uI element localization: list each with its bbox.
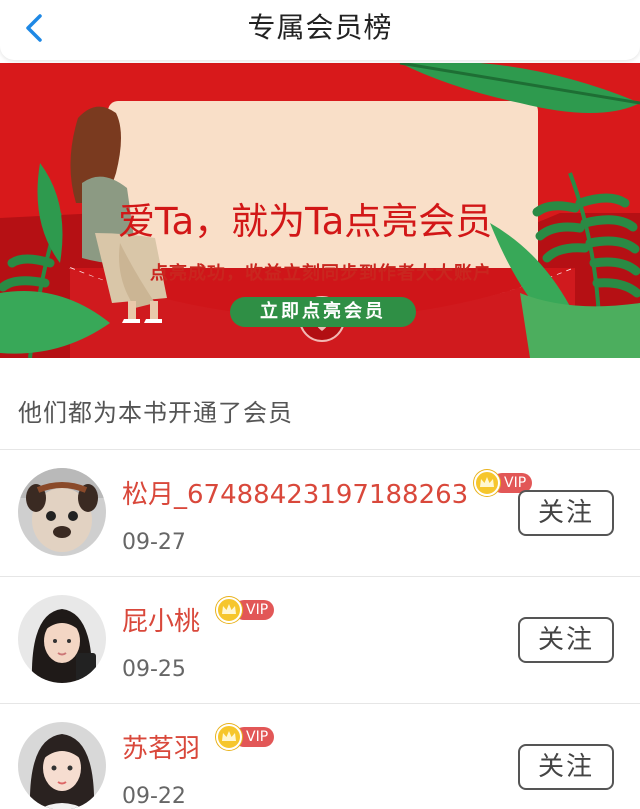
banner-subline: 点亮成功，收益立刻同步到作者大大账户 <box>150 263 492 284</box>
follow-button[interactable]: 关注 <box>518 617 614 663</box>
member-row[interactable]: 苏茗羽 VIP 09-22 关注 <box>0 704 640 809</box>
crown-icon <box>474 470 500 496</box>
section-title: 他们都为本书开通了会员 <box>18 399 293 427</box>
dog-avatar[interactable] <box>18 468 106 556</box>
crown-icon <box>216 724 242 750</box>
page-title: 专属会员榜 <box>247 11 393 44</box>
promo-banner[interactable]: 爱Ta，就为Ta点亮会员 点亮成功，收益立刻同步到作者大大账户 立即点亮会员 <box>0 63 640 358</box>
follow-button[interactable]: 关注 <box>518 744 614 790</box>
banner-headline: 爱Ta，就为Ta点亮会员 <box>118 200 493 243</box>
member-row[interactable]: 松月_67488423197188263 VIP 09-27 关注 <box>0 450 640 576</box>
member-name[interactable]: 苏茗羽 <box>122 728 200 765</box>
member-name[interactable]: 松月_67488423197188263 <box>122 474 468 511</box>
member-name[interactable]: 屁小桃 <box>122 601 200 638</box>
girl-avatar[interactable] <box>18 722 106 809</box>
crown-icon <box>216 597 242 623</box>
member-date: 09-25 <box>122 657 186 682</box>
member-row[interactable]: 屁小桃 VIP 09-25 关注 <box>0 577 640 703</box>
light-up-membership-button[interactable]: 立即点亮会员 <box>230 297 416 327</box>
top-navigation-bar: 专属会员榜 <box>0 0 640 60</box>
member-date: 09-22 <box>122 784 186 809</box>
follow-button[interactable]: 关注 <box>518 490 614 536</box>
member-date: 09-27 <box>122 530 186 555</box>
girl-avatar[interactable] <box>18 595 106 683</box>
dog-avatar-icon <box>18 468 106 556</box>
girl-avatar-icon <box>18 722 106 809</box>
girl-avatar-icon <box>18 595 106 683</box>
